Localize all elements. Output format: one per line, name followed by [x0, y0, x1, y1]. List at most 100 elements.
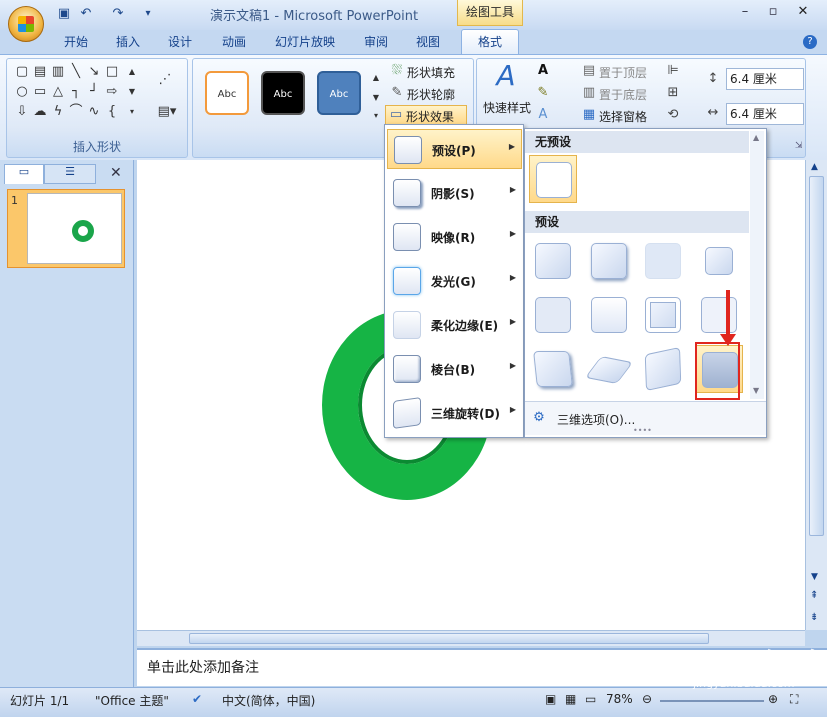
tab-review[interactable]: 审阅 [364, 33, 388, 50]
next-slide-icon[interactable]: ⇟ [810, 612, 818, 623]
tab-animation[interactable]: 动画 [222, 33, 246, 50]
outline-tab-icon[interactable]: ☰ [44, 164, 96, 184]
triangle-shape-icon[interactable]: △ [51, 85, 65, 99]
minimize-icon[interactable]: – [734, 4, 756, 22]
menu-item-bevel[interactable]: 棱台(B) ▶ [387, 349, 522, 389]
zoom-out-icon[interactable]: ⊖ [642, 692, 652, 706]
vertical-scrollbar[interactable]: ▲ ▼ ⇞ ⇟ [805, 160, 827, 630]
size-dialog-launcher-icon[interactable]: ⇲ [795, 141, 803, 151]
zoom-slider[interactable] [660, 700, 764, 702]
shapes-scroll-up-icon[interactable]: ▲ [125, 65, 139, 79]
shapes-scroll-down-icon[interactable]: ▼ [125, 85, 139, 99]
prev-slide-icon[interactable]: ⇞ [810, 590, 818, 601]
menu-item-preset[interactable]: 预设(P) ▶ [387, 129, 522, 169]
rotate-icon[interactable]: ⟲ [665, 107, 681, 123]
close-panel-icon[interactable]: ✕ [110, 165, 122, 181]
styles-scroll-up-icon[interactable]: ▲ [369, 71, 383, 85]
down-arrow-shape-icon[interactable]: ⇩ [15, 105, 29, 119]
menu-item-soft-edges[interactable]: 柔化边缘(E) ▶ [387, 305, 522, 345]
help-icon[interactable]: ? [803, 35, 817, 49]
preset-option-8[interactable] [695, 291, 743, 339]
oval-shape-icon[interactable]: ○ [15, 85, 29, 99]
undo-icon[interactable]: ↶ [78, 6, 94, 22]
redo-icon[interactable]: ↷ [110, 6, 126, 22]
styles-scroll-down-icon[interactable]: ▼ [369, 91, 383, 105]
textbox-dropdown-icon[interactable]: ▤▾ [155, 105, 179, 119]
brace-shape-icon[interactable]: { [105, 105, 119, 119]
menu-item-3d-rotation[interactable]: 三维旋转(D) ▶ [387, 393, 522, 433]
elbow-arrow-icon[interactable]: ┘ [87, 85, 101, 99]
slides-tab-icon[interactable]: ▭ [4, 164, 44, 184]
normal-view-icon[interactable]: ▣ [545, 692, 556, 706]
rectangle-shape-icon[interactable]: ▢ [15, 65, 29, 79]
shape-outline-button[interactable]: 形状轮廓 [407, 86, 455, 103]
textbox-shape-icon[interactable]: ▤ [33, 65, 47, 79]
tab-design[interactable]: 设计 [168, 33, 192, 50]
preset-option-1[interactable] [529, 237, 577, 285]
send-back-button[interactable]: 置于底层 [599, 86, 647, 103]
no-preset-option[interactable] [529, 155, 577, 203]
preset-option-5[interactable] [529, 291, 577, 339]
menu-item-reflection[interactable]: 映像(R) ▶ [387, 217, 522, 257]
preset-option-10[interactable] [584, 345, 634, 393]
rounded-rect-icon[interactable]: ▭ [33, 85, 47, 99]
quick-styles-icon[interactable]: A [491, 61, 521, 91]
vertical-scroll-thumb[interactable] [809, 176, 824, 536]
shape-fill-button[interactable]: 形状填充 [407, 64, 455, 81]
preset-scroll-down-icon[interactable]: ▼ [753, 386, 759, 395]
align-icon[interactable]: ⊫ [665, 63, 681, 79]
close-icon[interactable]: ✕ [792, 4, 814, 22]
group-objects-icon[interactable]: ⊞ [665, 85, 681, 101]
style-thumb-blue[interactable]: Abc [317, 71, 361, 115]
status-language[interactable]: 中文(简体，中国) [222, 692, 315, 709]
tab-view[interactable]: 视图 [416, 33, 440, 50]
width-spinner[interactable]: 6.4 厘米 [726, 103, 804, 125]
curve-shape-icon[interactable]: ⌒ [69, 105, 83, 119]
style-thumb-orange[interactable]: Abc [205, 71, 249, 115]
sorter-view-icon[interactable]: ▦ [565, 692, 576, 706]
preset-option-3[interactable] [639, 237, 687, 285]
spell-check-icon[interactable]: ✔ [192, 692, 202, 706]
3d-options-row[interactable]: ⚙ 三维选项(O)... •••• [525, 401, 766, 435]
shapes-more-icon[interactable]: ▾ [125, 105, 139, 119]
vertical-textbox-icon[interactable]: ▥ [51, 65, 65, 79]
preset-option-4[interactable] [695, 237, 743, 285]
quick-styles-label[interactable]: 快速样式 [483, 99, 531, 116]
elbow-connector-icon[interactable]: ┐ [69, 85, 83, 99]
freeform-shape-icon[interactable]: ∿ [87, 105, 101, 119]
text-fill-icon[interactable]: A [535, 63, 551, 79]
right-arrow-shape-icon[interactable]: ⇨ [105, 85, 119, 99]
tab-format[interactable]: 格式 [461, 29, 519, 55]
preset-scrollbar[interactable]: ▲ ▼ [750, 131, 764, 399]
preset-option-6[interactable] [585, 291, 633, 339]
preset-scroll-up-icon[interactable]: ▲ [753, 133, 759, 142]
scroll-up-icon[interactable]: ▲ [811, 162, 818, 172]
tab-home[interactable]: 开始 [64, 33, 88, 50]
styles-more-icon[interactable]: ▾ [369, 109, 383, 123]
cloud-shape-icon[interactable]: ☁ [33, 105, 47, 119]
lightning-shape-icon[interactable]: ϟ [51, 105, 65, 119]
slide-thumbnail[interactable]: 1 [7, 189, 125, 268]
preset-option-11[interactable] [639, 345, 687, 393]
rect-shape-icon[interactable]: □ [105, 65, 119, 79]
arrow-line-icon[interactable]: ↘ [87, 65, 101, 79]
slideshow-view-icon[interactable]: ▭ [585, 692, 596, 706]
tab-insert[interactable]: 插入 [116, 33, 140, 50]
menu-item-glow[interactable]: 发光(G) ▶ [387, 261, 522, 301]
zoom-in-icon[interactable]: ⊕ [768, 692, 778, 706]
edit-shape-icon[interactable]: ⋰ [155, 73, 175, 87]
save-icon[interactable]: ▣ [56, 6, 72, 22]
text-effects-icon[interactable]: A [535, 107, 551, 123]
fit-window-icon[interactable]: ⛶ [790, 692, 798, 707]
horizontal-scroll-thumb[interactable] [189, 633, 709, 644]
preset-option-7[interactable] [639, 291, 687, 339]
office-button[interactable] [8, 6, 44, 42]
scroll-down-icon[interactable]: ▼ [811, 572, 818, 582]
tab-slideshow[interactable]: 幻灯片放映 [275, 33, 335, 50]
bring-front-button[interactable]: 置于顶层 [599, 64, 647, 81]
notes-placeholder[interactable]: 单击此处添加备注 [147, 657, 259, 677]
menu-item-shadow[interactable]: 阴影(S) ▶ [387, 173, 522, 213]
zoom-level[interactable]: 78% [606, 692, 633, 706]
preset-option-9[interactable] [529, 345, 577, 393]
resize-grip-icon[interactable]: •••• [633, 426, 652, 435]
